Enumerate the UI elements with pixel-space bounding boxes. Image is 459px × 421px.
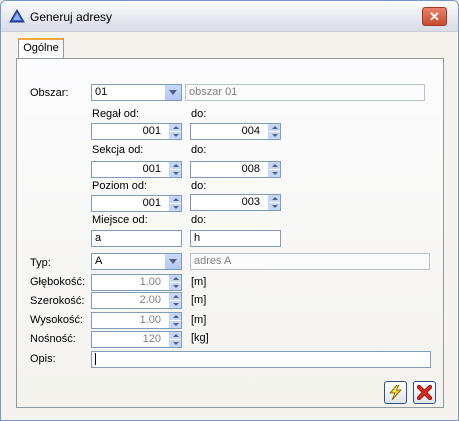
spin-down-icon[interactable]: [170, 283, 181, 290]
spinner[interactable]: [169, 124, 181, 139]
spin-up-icon[interactable]: [269, 195, 280, 202]
nosnosc-unit: [kg]: [191, 332, 209, 344]
szerokosc-unit: [m]: [191, 294, 207, 306]
miejsce-to-label: do:: [191, 214, 207, 226]
chevron-down-icon[interactable]: [165, 254, 181, 269]
spin-down-icon[interactable]: [269, 170, 280, 177]
spinner[interactable]: [169, 332, 181, 347]
spinner[interactable]: [268, 124, 280, 139]
spinner[interactable]: [169, 293, 181, 308]
title-bar[interactable]: Generuj adresy ✕: [1, 1, 458, 32]
spin-down-icon[interactable]: [170, 132, 181, 139]
typ-value: A: [95, 255, 103, 267]
poziom-from-label: Poziom od:: [92, 180, 148, 192]
spin-down-icon[interactable]: [269, 132, 280, 139]
glebokosc-label: Głębokość:: [30, 276, 86, 288]
nosnosc-value: 120: [142, 333, 161, 345]
text-caret: [95, 353, 96, 366]
spin-up-icon[interactable]: [170, 275, 181, 282]
spin-up-icon[interactable]: [269, 124, 280, 131]
spin-up-icon[interactable]: [170, 124, 181, 131]
poziom-from-stepper[interactable]: 001: [91, 195, 182, 212]
typ-label: Typ:: [30, 257, 51, 269]
typ-description: adres A: [190, 253, 430, 270]
cancel-button[interactable]: [413, 381, 436, 404]
spin-up-icon[interactable]: [170, 293, 181, 300]
spinner[interactable]: [169, 275, 181, 290]
opis-input[interactable]: [91, 351, 431, 368]
glebokosc-value: 1.00: [139, 276, 161, 288]
regal-from-label: Regał od:: [92, 108, 140, 120]
spin-down-icon[interactable]: [170, 301, 181, 308]
poziom-to-stepper[interactable]: 003: [190, 194, 281, 211]
spin-up-icon[interactable]: [170, 196, 181, 203]
obszar-select[interactable]: 01: [91, 84, 182, 101]
miejsce-from-label: Miejsce od:: [92, 214, 148, 226]
spinner[interactable]: [169, 196, 181, 211]
spin-up-icon[interactable]: [170, 162, 181, 169]
poziom-to-label: do:: [191, 180, 207, 192]
spin-up-icon[interactable]: [170, 313, 181, 320]
sekcja-to-value: 008: [241, 163, 260, 175]
opis-label: Opis:: [30, 353, 56, 365]
glebokosc-stepper[interactable]: 1.00: [91, 274, 182, 291]
spin-up-icon[interactable]: [170, 332, 181, 339]
sekcja-from-label: Sekcja od:: [92, 144, 144, 156]
triangle-app-icon: [9, 9, 25, 23]
nosnosc-stepper[interactable]: 120: [91, 331, 182, 348]
sekcja-from-stepper[interactable]: 001: [91, 161, 182, 178]
regal-to-stepper[interactable]: 004: [190, 123, 281, 140]
close-button[interactable]: ✕: [422, 7, 447, 26]
spin-down-icon[interactable]: [170, 340, 181, 347]
window-title: Generuj adresy: [30, 10, 113, 24]
spinner[interactable]: [268, 195, 280, 210]
wysokosc-label: Wysokość:: [30, 314, 84, 326]
sekcja-to-label: do:: [191, 144, 207, 156]
typ-select[interactable]: A: [91, 253, 182, 270]
obszar-value: 01: [95, 86, 108, 98]
generate-button[interactable]: [384, 381, 407, 404]
dialog-window: Generuj adresy ✕ Ogólne Obszar: 01 obsza…: [0, 0, 459, 421]
obszar-description: obszar 01: [185, 84, 425, 101]
nosnosc-label: Nośność:: [30, 333, 76, 345]
spinner[interactable]: [268, 162, 280, 177]
regal-to-label: do:: [191, 108, 207, 120]
tab-ogolne[interactable]: Ogólne: [18, 38, 64, 59]
red-x-icon: [417, 385, 432, 400]
szerokosc-label: Szerokość:: [30, 295, 85, 307]
spin-up-icon[interactable]: [269, 162, 280, 169]
wysokosc-unit: [m]: [191, 314, 207, 326]
spin-down-icon[interactable]: [269, 203, 280, 210]
chevron-down-icon[interactable]: [165, 85, 181, 100]
sekcja-from-value: 001: [142, 163, 161, 175]
spinner[interactable]: [169, 162, 181, 177]
szerokosc-stepper[interactable]: 2.00: [91, 292, 182, 309]
wysokosc-stepper[interactable]: 1.00: [91, 312, 182, 329]
spin-down-icon[interactable]: [170, 321, 181, 328]
regal-from-value: 001: [142, 125, 161, 137]
szerokosc-value: 2.00: [139, 294, 161, 306]
poziom-from-value: 001: [142, 197, 161, 209]
spin-down-icon[interactable]: [170, 170, 181, 177]
regal-from-stepper[interactable]: 001: [91, 123, 182, 140]
miejsce-from-input[interactable]: a: [91, 230, 182, 247]
sekcja-to-stepper[interactable]: 008: [190, 161, 281, 178]
obszar-label: Obszar:: [30, 87, 69, 99]
spin-down-icon[interactable]: [170, 204, 181, 211]
glebokosc-unit: [m]: [191, 276, 207, 288]
poziom-to-value: 003: [241, 196, 260, 208]
lightning-icon: [389, 385, 402, 400]
spinner[interactable]: [169, 313, 181, 328]
miejsce-to-input[interactable]: h: [190, 230, 281, 247]
wysokosc-value: 1.00: [139, 314, 161, 326]
regal-to-value: 004: [241, 125, 260, 137]
